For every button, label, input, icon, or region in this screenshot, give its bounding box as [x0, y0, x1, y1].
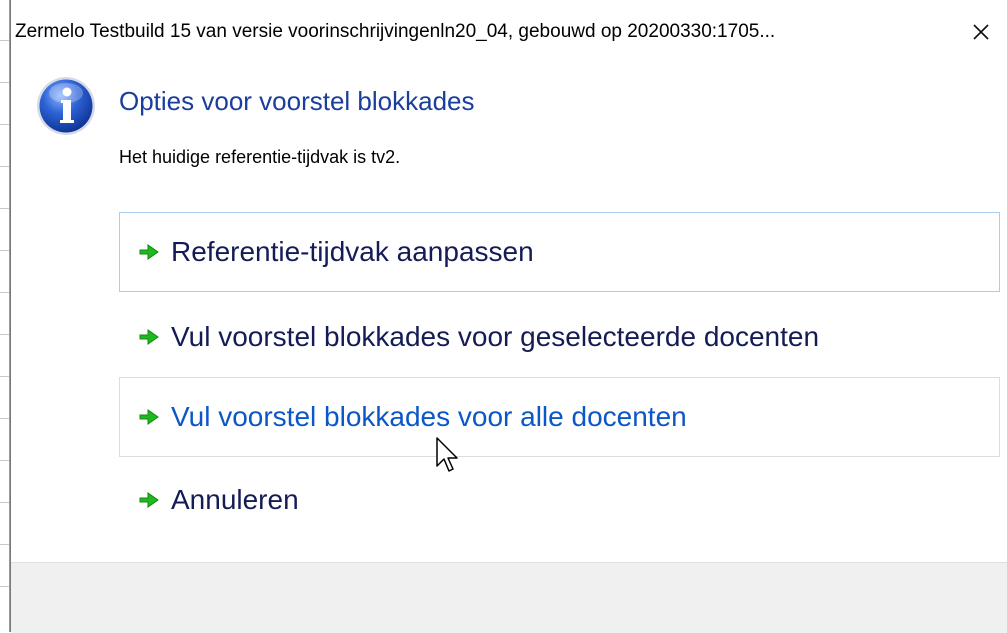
task-dialog: Zermelo Testbuild 15 van versie voorinsc…	[10, 0, 1007, 633]
info-icon	[37, 77, 95, 135]
command-link-adjust-reference[interactable]: Referentie-tijdvak aanpassen	[119, 212, 1000, 292]
green-arrow-icon	[139, 409, 159, 425]
close-icon	[973, 24, 989, 40]
command-link-label: Vul voorstel blokkades voor alle docente…	[171, 401, 687, 432]
command-link-label: Vul voorstel blokkades voor geselecteerd…	[171, 321, 820, 352]
command-link-label: Referentie-tijdvak aanpassen	[171, 236, 534, 267]
green-arrow-icon	[139, 244, 159, 260]
dialog-footer	[11, 562, 1007, 633]
green-arrow-icon	[139, 492, 159, 508]
main-instruction: Opties voor voorstel blokkades	[119, 86, 475, 116]
command-link-label: Annuleren	[171, 484, 299, 515]
green-arrow-icon	[139, 329, 159, 345]
content-text: Het huidige referentie-tijdvak is tv2.	[119, 147, 401, 167]
window-title: Zermelo Testbuild 15 van versie voorinsc…	[15, 21, 776, 42]
close-button[interactable]	[955, 14, 1007, 50]
command-link-fill-selected[interactable]: Vul voorstel blokkades voor geselecteerd…	[119, 297, 1000, 377]
title-bar: Zermelo Testbuild 15 van versie voorinsc…	[11, 0, 1007, 68]
command-link-fill-all[interactable]: Vul voorstel blokkades voor alle docente…	[119, 377, 1000, 457]
command-link-cancel[interactable]: Annuleren	[119, 460, 1000, 540]
